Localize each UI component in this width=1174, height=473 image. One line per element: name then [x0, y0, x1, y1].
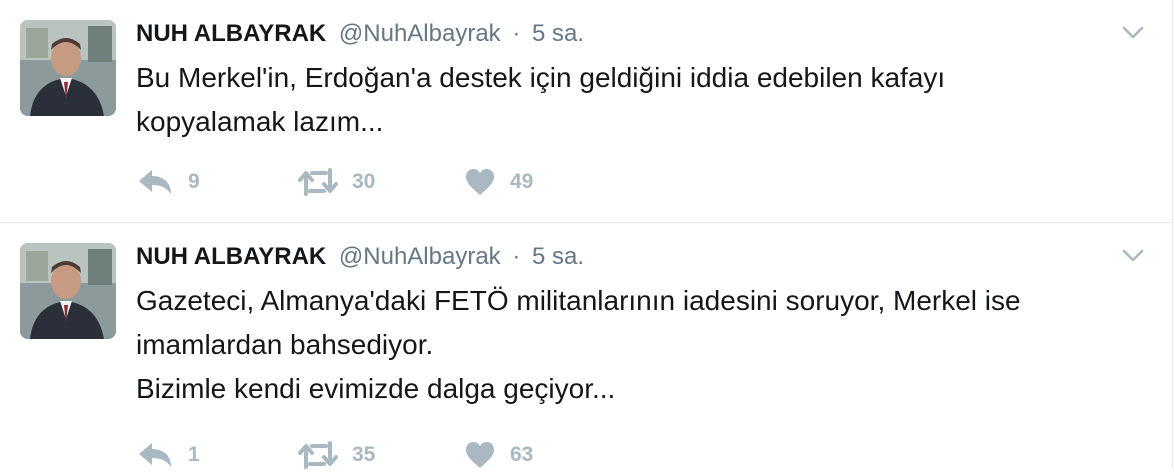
tweet-text-line: Gazeteci, Almanya'daki FETÖ militanların… — [136, 285, 1021, 316]
retweet-count: 35 — [352, 443, 376, 466]
tweet-timestamp[interactable]: 5 sa. — [532, 243, 584, 270]
tweet[interactable]: NUH ALBAYRAK @NuhAlbayrak · 5 sa. Gazete… — [0, 223, 1172, 469]
tweet-timestamp[interactable]: 5 sa. — [532, 20, 584, 47]
tweet-text-line: Bizimle kendi evimizde dalga geçiyor... — [136, 373, 616, 404]
tweet-text-line: kopyalamak lazım... — [136, 106, 384, 137]
reply-count: 9 — [188, 170, 200, 193]
tweet-text: Bu Merkel'in, Erdoğan'a destek için geld… — [136, 56, 1146, 144]
separator-dot: · — [512, 243, 521, 270]
avatar[interactable] — [20, 20, 116, 116]
reply-count: 1 — [188, 443, 200, 466]
reply-arrow-icon — [139, 443, 171, 467]
retweet-icon — [298, 441, 338, 469]
author-username[interactable]: @NuhAlbayrak — [339, 243, 501, 270]
like-count: 49 — [510, 170, 534, 193]
like-button[interactable]: 49 — [464, 164, 533, 200]
reply-button[interactable]: 9 — [136, 164, 200, 200]
avatar[interactable] — [20, 243, 116, 339]
chevron-down-icon[interactable] — [1122, 26, 1144, 40]
author-username[interactable]: @NuhAlbayrak — [339, 20, 501, 47]
like-count: 63 — [510, 443, 534, 466]
tweet-text-line: Bu Merkel'in, Erdoğan'a destek için geld… — [136, 62, 946, 93]
tweet-feed: NUH ALBAYRAK @NuhAlbayrak · 5 sa. Bu Mer… — [0, 0, 1173, 469]
author-fullname[interactable]: NUH ALBAYRAK — [136, 20, 326, 47]
separator-dot: · — [512, 20, 521, 47]
tweet-text: Gazeteci, Almanya'daki FETÖ militanların… — [136, 279, 1146, 411]
reply-arrow-icon — [139, 170, 171, 194]
tweet-text-line: imamlardan bahsediyor. — [136, 329, 434, 360]
heart-icon — [466, 442, 494, 468]
heart-icon — [466, 169, 494, 195]
tweet-header: NUH ALBAYRAK @NuhAlbayrak · 5 sa. — [136, 18, 584, 50]
author-fullname[interactable]: NUH ALBAYRAK — [136, 243, 326, 270]
retweet-icon — [298, 168, 338, 196]
retweet-count: 30 — [352, 170, 376, 193]
tweet[interactable]: NUH ALBAYRAK @NuhAlbayrak · 5 sa. Bu Mer… — [0, 0, 1172, 223]
retweet-button[interactable]: 30 — [298, 164, 375, 200]
chevron-down-icon[interactable] — [1122, 249, 1144, 263]
tweet-header: NUH ALBAYRAK @NuhAlbayrak · 5 sa. — [136, 241, 584, 273]
